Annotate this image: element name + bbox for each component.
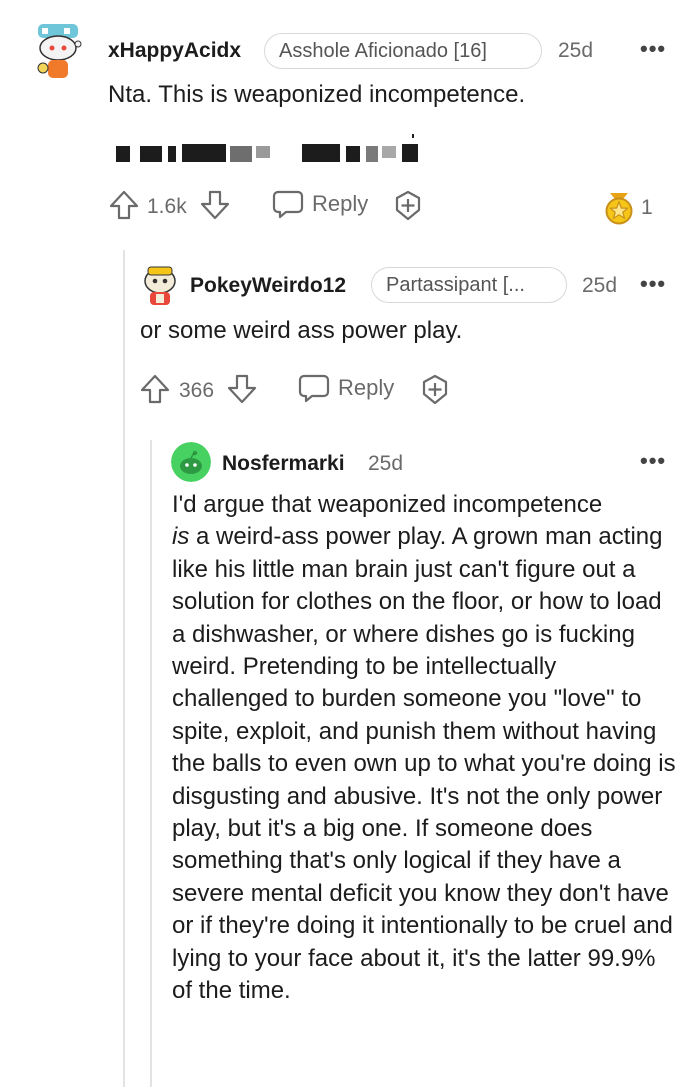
plus-award-icon (422, 374, 448, 405)
username[interactable]: xHappyAcidx (108, 39, 241, 63)
reply-label: Reply (338, 375, 395, 400)
comment-age: 25d (368, 452, 404, 475)
thread-line-1[interactable] (123, 250, 125, 1087)
more-options-button[interactable]: ••• (640, 36, 666, 62)
comment-text-rest: a weird-ass power play. A grown man acti… (172, 523, 676, 1005)
comment-text: I'd argue that weaponized incompetence i… (172, 489, 677, 1008)
plus-award-icon (395, 190, 421, 221)
censored-image (116, 134, 426, 166)
received-award[interactable]: 1 (603, 191, 653, 225)
more-options-button[interactable]: ••• (640, 448, 666, 474)
downvote-button[interactable] (226, 373, 258, 405)
upvote-arrow-icon (109, 190, 139, 220)
more-options-button[interactable]: ••• (640, 271, 666, 297)
gold-award-icon (605, 193, 633, 225)
avatar[interactable] (171, 442, 211, 482)
comment-text-start: I'd argue that weaponized incompetence (172, 491, 603, 518)
vote-score: 1.6k (147, 195, 187, 218)
upvote-button[interactable] (108, 189, 140, 221)
speech-bubble-icon (272, 190, 304, 219)
comment-age: 25d (558, 39, 594, 62)
avatar[interactable] (140, 265, 180, 307)
comment-age: 25d (582, 274, 618, 297)
give-award-button[interactable] (392, 190, 424, 227)
avatar[interactable] (34, 22, 82, 82)
username[interactable]: PokeyWeirdo12 (190, 274, 346, 298)
upvote-arrow-icon (140, 374, 170, 404)
reply-label: Reply (312, 191, 369, 216)
emphasized-word: is (172, 523, 190, 551)
give-award-button[interactable] (419, 374, 451, 411)
reply-button[interactable]: Reply (272, 189, 368, 219)
downvote-arrow-icon (227, 374, 257, 404)
user-flair: Asshole Aficionado [16] (264, 33, 542, 69)
vote-score: 366 (179, 379, 215, 402)
comment-text: or some weird ass power play. (140, 317, 463, 344)
downvote-button[interactable] (199, 189, 231, 221)
award-count: 1 (641, 196, 653, 219)
downvote-arrow-icon (200, 190, 230, 220)
speech-bubble-icon (298, 374, 330, 403)
username[interactable]: Nosfermarki (222, 452, 345, 476)
reply-button[interactable]: Reply (298, 373, 394, 403)
comment-text: Nta. This is weaponized incompetence. (108, 81, 526, 108)
thread-line-2[interactable] (150, 440, 152, 1087)
user-flair: Partassipant [... (371, 267, 567, 303)
upvote-button[interactable] (139, 373, 171, 405)
